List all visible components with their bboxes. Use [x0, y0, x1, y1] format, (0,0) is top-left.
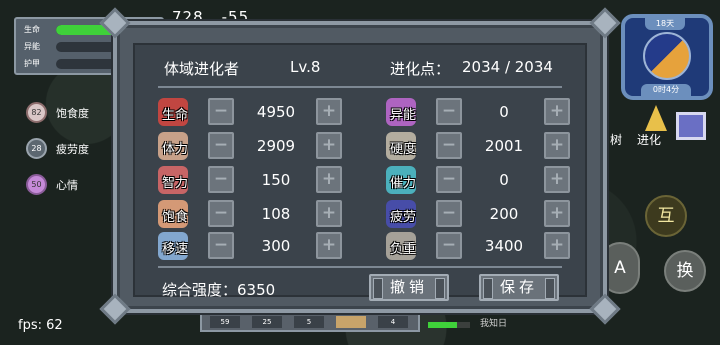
decrease-button[interactable]: −	[436, 232, 462, 259]
attribute-row: 催力 − 0 +	[0, 166, 720, 194]
undo-button[interactable]: 撤销	[369, 274, 449, 301]
day-night-clock[interactable]: 18天 0时4分	[621, 14, 713, 100]
hotbar: 59 25 5 4	[200, 310, 420, 332]
hotbar-slot[interactable]: 25	[252, 316, 282, 328]
attribute-value: 200	[489, 205, 519, 223]
attribute-value: 0	[499, 103, 509, 121]
increase-button[interactable]: +	[544, 166, 570, 193]
attribute-label: 硬度	[390, 142, 417, 157]
decrease-button[interactable]: −	[436, 166, 462, 193]
total-strength: 综合强度：6350	[162, 279, 275, 300]
hotbar-slot[interactable]	[336, 316, 366, 328]
decrease-button[interactable]: −	[436, 132, 462, 159]
attribute-label: 异能	[390, 108, 417, 123]
panel-title: 体域进化者	[164, 60, 240, 78]
increase-button[interactable]: +	[544, 232, 570, 259]
ability-label: 异能	[24, 42, 40, 51]
fps-counter: fps: 62	[18, 318, 63, 333]
day-count: 18天	[645, 18, 685, 30]
level-label: Lv.8	[290, 58, 321, 76]
experience-bar-fill	[428, 322, 458, 328]
experience-bar	[428, 322, 470, 328]
armor-label: 护甲	[24, 59, 40, 68]
health-label: 生命	[24, 25, 40, 34]
evolution-points-value: 2034 / 2034	[462, 58, 553, 76]
increase-button[interactable]: +	[544, 98, 570, 125]
attribute-row: 硬度 − 2001 +	[0, 132, 720, 160]
attribute-label: 催力	[390, 176, 417, 191]
hotbar-slot[interactable]: 5	[294, 316, 324, 328]
attribute-value: 0	[499, 171, 509, 189]
attribute-label: 疲劳	[390, 210, 417, 225]
attribute-value: 3400	[484, 237, 524, 255]
bottom-status-text: 我知日	[480, 319, 508, 329]
evolution-points-label: 进化点：	[390, 60, 451, 78]
hotbar-slot[interactable]: 4	[378, 316, 408, 328]
save-button[interactable]: 保存	[479, 274, 559, 301]
globe-icon	[643, 32, 691, 80]
hotbar-slot[interactable]: 59	[210, 316, 240, 328]
attribute-row: 异能 − 0 +	[0, 98, 720, 126]
decrease-button[interactable]: −	[436, 200, 462, 227]
attribute-label: 负重	[390, 242, 417, 257]
increase-button[interactable]: +	[544, 132, 570, 159]
total-strength-value: 6350	[237, 281, 276, 299]
increase-button[interactable]: +	[544, 200, 570, 227]
attribute-value: 2001	[484, 137, 524, 155]
time-of-day: 0时4分	[641, 84, 691, 96]
attribute-row: 疲劳 − 200 +	[0, 200, 720, 228]
header-divider	[158, 86, 562, 88]
total-strength-label: 综合强度：	[162, 281, 238, 299]
decrease-button[interactable]: −	[436, 98, 462, 125]
footer-divider	[158, 266, 562, 268]
attribute-row: 负重 − 3400 +	[0, 232, 720, 260]
